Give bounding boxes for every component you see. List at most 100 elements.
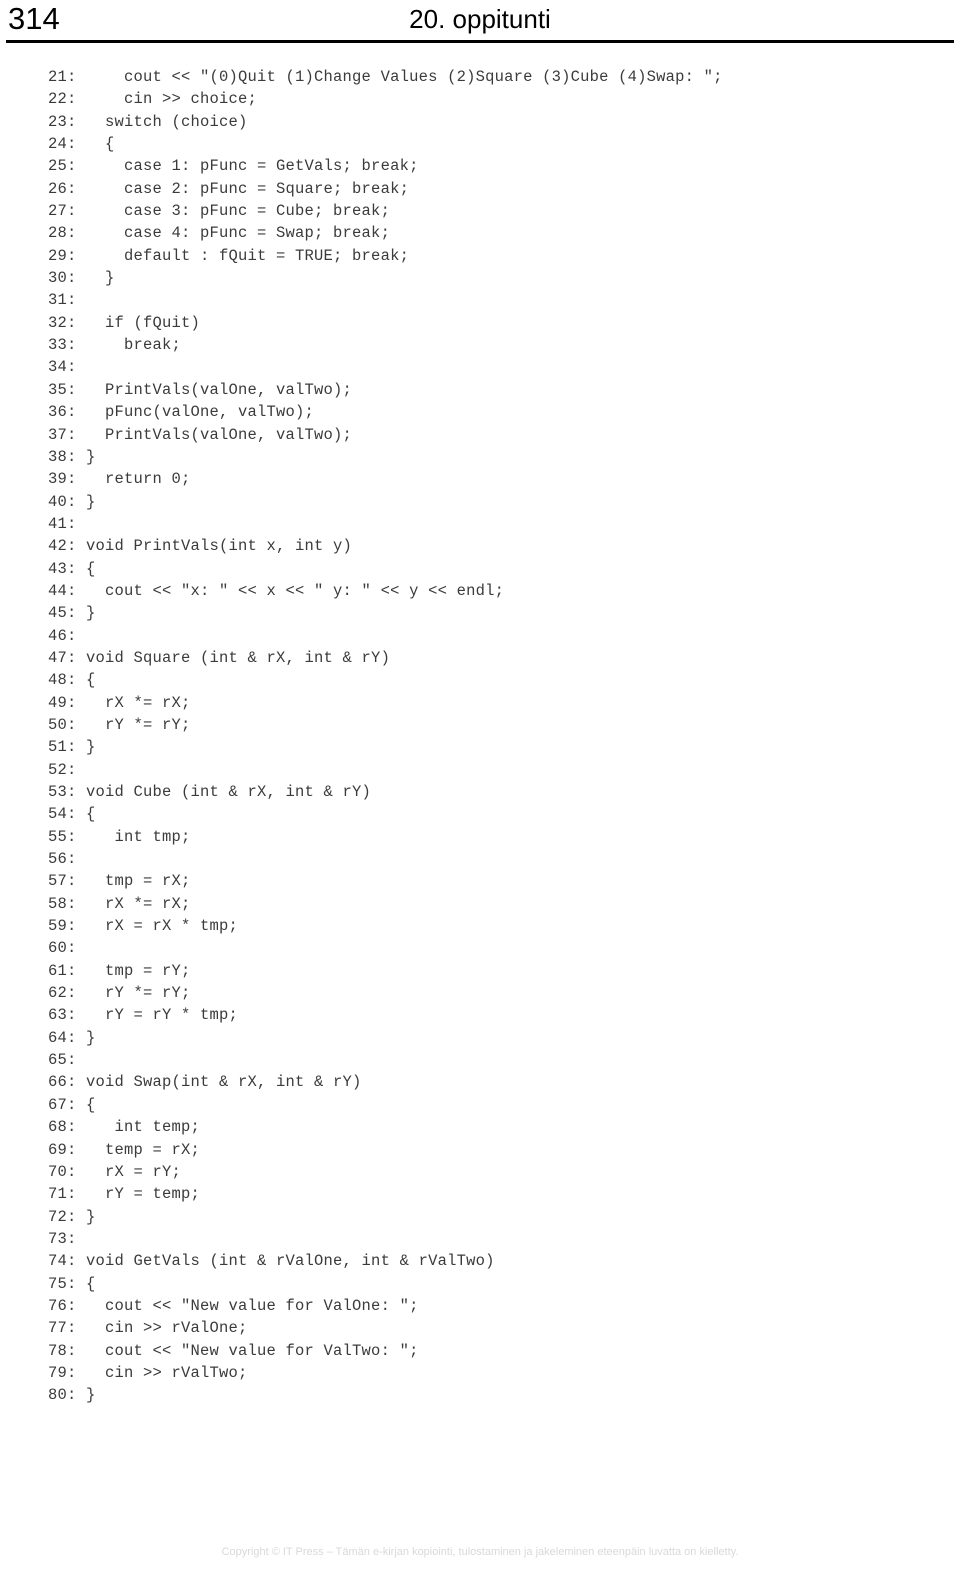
- code-line-text: PrintVals(valOne, valTwo);: [76, 380, 353, 399]
- code-line-number: 45:: [48, 604, 77, 623]
- code-line: 65:: [48, 1049, 928, 1071]
- code-line-text: }: [76, 1028, 96, 1047]
- code-line-number: 80:: [48, 1386, 77, 1405]
- code-line: 48: {: [48, 669, 928, 691]
- code-line: 52:: [48, 759, 928, 781]
- code-line-text: }: [76, 1207, 96, 1226]
- code-line-text: }: [76, 1386, 96, 1405]
- code-line-text: temp = rX;: [76, 1140, 201, 1159]
- code-line: 54: {: [48, 803, 928, 825]
- code-line-number: 50:: [48, 715, 77, 734]
- code-line-text: cout << "New value for ValOne: ";: [76, 1296, 419, 1315]
- code-line-number: 27:: [48, 202, 77, 221]
- code-line-text: }: [76, 738, 96, 757]
- code-line: 42: void PrintVals(int x, int y): [48, 535, 928, 557]
- code-line: 61: tmp = rY;: [48, 960, 928, 982]
- code-line-number: 48:: [48, 671, 77, 690]
- code-line-text: void Square (int & rX, int & rY): [76, 648, 391, 667]
- copyright-notice: Copyright © IT Press – Tämän e-kirjan ko…: [221, 1546, 739, 1558]
- header-divider: [6, 40, 954, 43]
- code-line-text: case 4: pFunc = Swap; break;: [76, 224, 391, 243]
- code-line-text: {: [76, 1095, 96, 1114]
- code-line-number: 35:: [48, 380, 77, 399]
- code-line: 24: {: [48, 133, 928, 155]
- code-line-number: 33:: [48, 336, 77, 355]
- code-line-number: 73:: [48, 1229, 77, 1248]
- code-line: 69: temp = rX;: [48, 1139, 928, 1161]
- code-line-number: 63:: [48, 1006, 77, 1025]
- code-line-text: case 2: pFunc = Square; break;: [76, 179, 410, 198]
- code-line-number: 23:: [48, 112, 77, 131]
- code-line-text: switch (choice): [76, 112, 248, 131]
- code-line: 78: cout << "New value for ValTwo: ";: [48, 1340, 928, 1362]
- code-line-number: 70:: [48, 1162, 77, 1181]
- code-line-text: case 1: pFunc = GetVals; break;: [76, 157, 419, 176]
- code-line: 39: return 0;: [48, 468, 928, 490]
- code-line-text: rX *= rX;: [76, 693, 191, 712]
- code-line-number: 32:: [48, 313, 77, 332]
- code-line-number: 26:: [48, 179, 77, 198]
- code-line-text: cin >> rValOne;: [76, 1319, 248, 1338]
- code-line: 60:: [48, 937, 928, 959]
- code-line-number: 41:: [48, 514, 77, 533]
- code-line-text: pFunc(valOne, valTwo);: [76, 403, 315, 422]
- code-line: 80: }: [48, 1384, 928, 1406]
- code-line-number: 61:: [48, 961, 77, 980]
- code-line-number: 66:: [48, 1073, 77, 1092]
- code-line-number: 74:: [48, 1252, 77, 1271]
- code-line-number: 47:: [48, 648, 77, 667]
- code-line-number: 39:: [48, 470, 77, 489]
- code-line-number: 31:: [48, 291, 77, 310]
- code-line-text: void Cube (int & rX, int & rY): [76, 783, 372, 801]
- code-line-number: 56:: [48, 850, 77, 869]
- code-line-text: break;: [76, 336, 182, 355]
- code-line-text: rX = rY;: [76, 1162, 182, 1181]
- code-line-text: if (fQuit): [76, 313, 201, 332]
- code-line: 68: int temp;: [48, 1116, 928, 1138]
- code-line-text: int tmp;: [76, 827, 191, 846]
- code-listing: 21: cout << "(0)Quit (1)Change Values (2…: [48, 66, 928, 1407]
- code-line-text: {: [76, 671, 96, 690]
- code-line: 23: switch (choice): [48, 111, 928, 133]
- code-line-number: 38:: [48, 447, 77, 466]
- code-line: 41:: [48, 513, 928, 535]
- code-line: 67: {: [48, 1094, 928, 1116]
- code-line: 22: cin >> choice;: [48, 88, 928, 110]
- code-line-text: {: [76, 805, 96, 824]
- code-line-text: rX *= rX;: [76, 894, 191, 913]
- code-line-number: 55:: [48, 827, 77, 846]
- document-page: 314 20. oppitunti 21: cout << "(0)Quit (…: [0, 0, 960, 1569]
- code-line: 25: case 1: pFunc = GetVals; break;: [48, 155, 928, 177]
- code-line-text: return 0;: [76, 470, 191, 489]
- code-line-number: 54:: [48, 805, 77, 824]
- code-line: 55: int tmp;: [48, 826, 928, 848]
- code-line-number: 59:: [48, 917, 77, 936]
- code-line: 45: }: [48, 602, 928, 624]
- code-line-number: 29:: [48, 246, 77, 265]
- code-line-number: 60:: [48, 939, 77, 958]
- code-line-text: cout << "(0)Quit (1)Change Values (2)Squ…: [76, 68, 723, 86]
- code-line-text: }: [76, 492, 96, 511]
- code-line: 43: {: [48, 558, 928, 580]
- code-line: 77: cin >> rValOne;: [48, 1317, 928, 1339]
- code-line-number: 72:: [48, 1207, 77, 1226]
- code-line-number: 68:: [48, 1118, 77, 1137]
- code-line-text: case 3: pFunc = Cube; break;: [76, 202, 391, 221]
- code-line: 79: cin >> rValTwo;: [48, 1362, 928, 1384]
- code-line-text: cin >> choice;: [76, 90, 258, 109]
- code-line-number: 62:: [48, 984, 77, 1003]
- code-line-number: 65:: [48, 1051, 77, 1070]
- code-line: 34:: [48, 356, 928, 378]
- code-line-number: 25:: [48, 157, 77, 176]
- code-line-text: rY *= rY;: [76, 715, 191, 734]
- code-line-number: 64:: [48, 1028, 77, 1047]
- code-line: 29: default : fQuit = TRUE; break;: [48, 245, 928, 267]
- code-line: 76: cout << "New value for ValOne: ";: [48, 1295, 928, 1317]
- code-line-text: void PrintVals(int x, int y): [76, 537, 353, 556]
- code-line-text: rX = rX * tmp;: [76, 917, 239, 936]
